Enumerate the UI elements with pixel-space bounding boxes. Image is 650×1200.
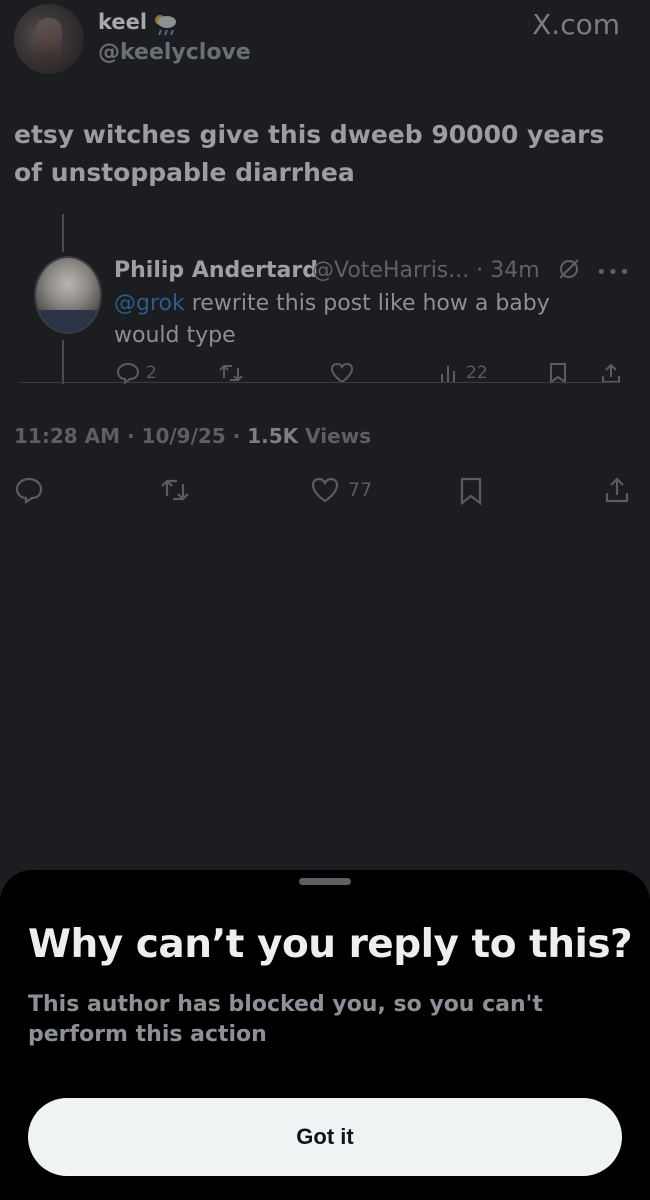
views-count: 22 — [466, 363, 488, 383]
heart-icon — [311, 477, 339, 503]
sheet-message: This author has blocked you, so you can'… — [28, 992, 543, 1047]
user-name[interactable]: keel — [98, 10, 147, 34]
post-timestamp: 11:28 AM · 10/9/25 · — [14, 424, 241, 448]
more-icon[interactable]: ••• — [596, 262, 631, 283]
thread-line — [62, 214, 64, 252]
reply-icon — [116, 362, 140, 384]
cloud-rain-icon — [150, 10, 180, 38]
tweet-screen: keel @keelyclove X.com etsy witches give… — [0, 0, 650, 1200]
post-action-bar: 77 — [0, 476, 650, 512]
post-meta: 11:28 AM · 10/9/25 · 1.5K Views — [14, 424, 371, 448]
quoted-avatar[interactable] — [34, 256, 102, 334]
share-icon — [605, 477, 629, 503]
got-it-button[interactable]: Got it — [28, 1098, 622, 1176]
repost-button[interactable] — [160, 476, 190, 504]
mention-link[interactable]: @grok — [114, 291, 185, 316]
like-button[interactable]: 77 — [310, 476, 372, 504]
quoted-text: @grok rewrite this post like how a baby … — [114, 288, 574, 352]
repost-icon — [219, 364, 243, 382]
bottom-sheet: Why can’t you reply to this? This author… — [0, 870, 650, 1200]
quoted-views-button[interactable]: 22 — [438, 362, 488, 384]
like-count: 77 — [348, 479, 373, 501]
reply-button[interactable] — [14, 476, 44, 504]
share-icon — [602, 363, 620, 383]
quoted-share-button[interactable] — [600, 362, 622, 384]
quoted-bookmark-button[interactable] — [548, 362, 568, 384]
post-views-count: 1.5K — [247, 424, 299, 448]
user-handle[interactable]: @keelyclove — [98, 40, 251, 65]
quoted-action-bar: 2 22 — [114, 362, 634, 390]
analytics-icon — [441, 366, 455, 382]
sheet-title: Why can’t you reply to this? — [28, 922, 633, 967]
post-views-label: Views — [305, 424, 372, 448]
grok-icon[interactable] — [556, 256, 582, 282]
heart-icon — [330, 362, 354, 384]
quoted-like-button[interactable] — [330, 362, 354, 384]
avatar[interactable] — [14, 4, 84, 74]
reply-count: 2 — [146, 363, 157, 383]
quoted-author-handle[interactable]: @VoteHarris... · 34m — [312, 258, 540, 283]
drag-handle[interactable] — [299, 878, 351, 885]
quoted-author-name[interactable]: Philip Andertard — [114, 258, 318, 283]
bookmark-button[interactable] — [458, 476, 484, 506]
reply-icon — [15, 477, 43, 504]
post-text: etsy witches give this dweeb 90000 years… — [14, 120, 605, 187]
bookmark-icon — [550, 363, 566, 384]
bookmark-icon — [460, 477, 482, 506]
share-button[interactable] — [604, 476, 630, 504]
site-label: X.com — [532, 8, 620, 41]
quoted-repost-button[interactable] — [218, 362, 244, 384]
repost-icon — [161, 479, 189, 501]
quoted-reply-button[interactable]: 2 — [116, 362, 157, 384]
thread-line — [62, 340, 64, 384]
divider — [20, 382, 620, 383]
